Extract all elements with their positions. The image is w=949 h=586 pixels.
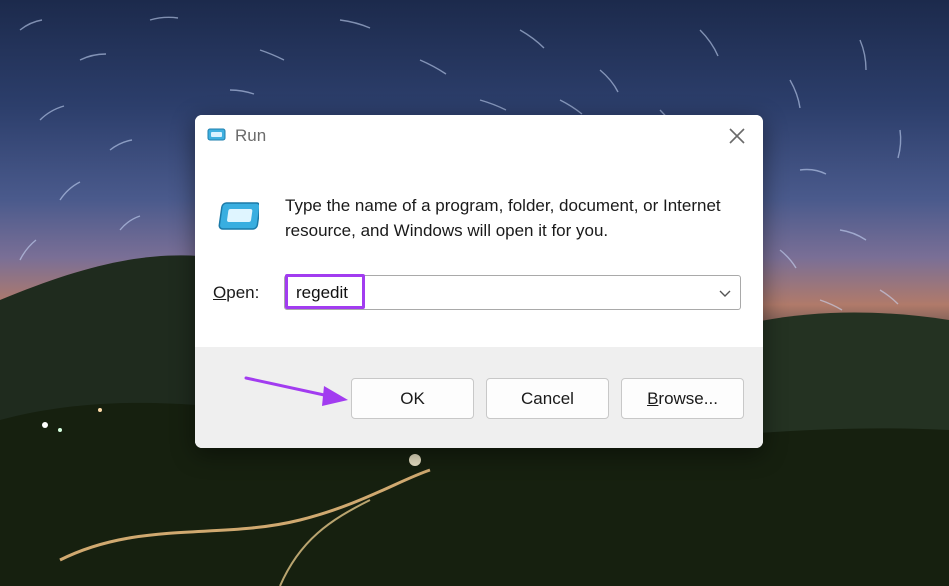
open-label-accelerator: O [213,283,227,302]
run-icon [207,128,226,141]
close-icon[interactable] [719,119,755,153]
open-label-rest: pen: [226,283,260,302]
open-input-value[interactable]: regedit [296,283,348,303]
open-combobox[interactable]: regedit [284,275,741,310]
browse-button[interactable]: Browse... [621,378,744,419]
browse-accelerator: B [647,388,659,408]
pointer-arrow-annotation [244,376,348,406]
chevron-down-icon[interactable] [718,286,732,300]
title-bar[interactable]: Run [195,115,763,157]
open-label: Open: [213,283,259,303]
desktop-background: Run Type the name of a program, folder, … [0,0,949,586]
cancel-button[interactable]: Cancel [486,378,609,419]
instruction-text: Type the name of a program, folder, docu… [285,196,721,240]
window-title: Run [235,126,267,145]
browse-label-rest: rowse... [658,388,718,408]
run-app-icon [218,202,259,230]
ok-button[interactable]: OK [351,378,474,419]
